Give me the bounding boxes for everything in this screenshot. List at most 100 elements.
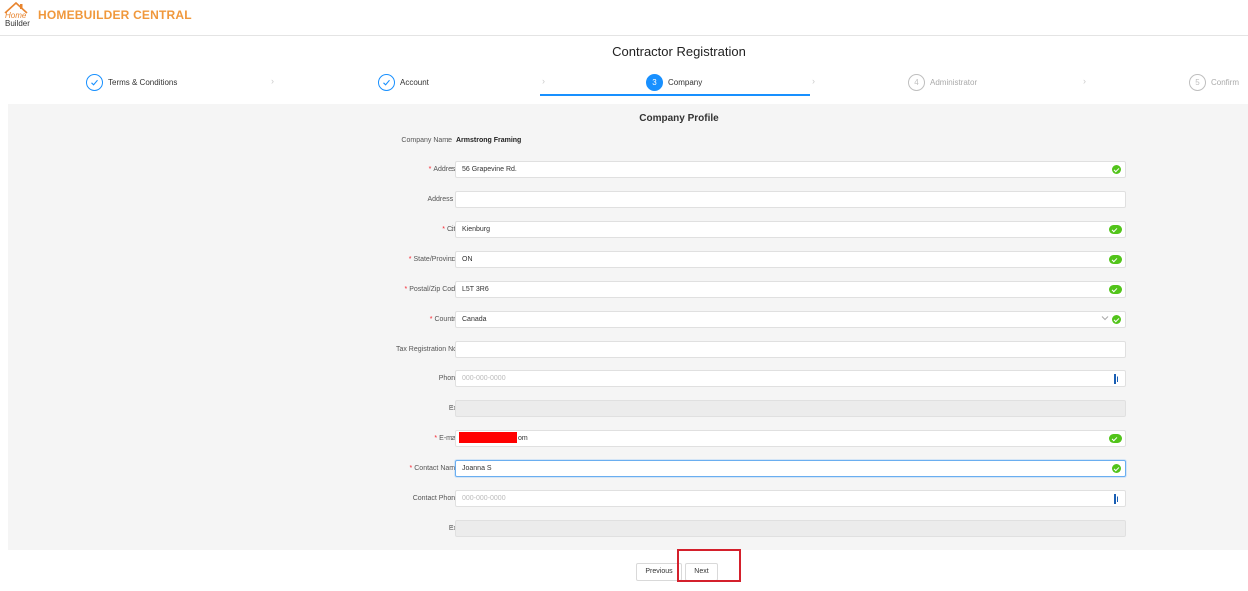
- city-input[interactable]: Kienburg: [455, 221, 1126, 238]
- required-mark: *: [404, 286, 408, 293]
- city-row: * City : Kienburg: [8, 221, 1248, 238]
- contact-ext-row: Ext :: [8, 520, 1248, 537]
- colon: :: [451, 256, 453, 263]
- password-manager-check-icon[interactable]: [1109, 255, 1122, 264]
- colon: :: [451, 346, 453, 353]
- redaction-box: [459, 432, 517, 443]
- input-value: 56 Grapevine Rd.: [462, 166, 517, 173]
- colon: :: [451, 316, 453, 323]
- contact-phone-row: Contact Phone : 000-000-0000: [8, 490, 1248, 507]
- required-mark: *: [442, 226, 445, 233]
- chevron-right-icon: ›: [1083, 76, 1086, 86]
- chevron-right-icon: ›: [812, 76, 815, 86]
- step-label: Confirm: [1211, 77, 1240, 87]
- step-label: Administrator: [930, 77, 978, 87]
- password-manager-check-icon[interactable]: [1109, 225, 1122, 234]
- colon: :: [451, 196, 453, 203]
- step-confirm[interactable]: 5 Confirm: [1189, 72, 1239, 92]
- page-title: Contractor Registration: [0, 44, 1248, 59]
- address-input[interactable]: 56 Grapevine Rd.: [455, 161, 1126, 178]
- success-check-icon: [1112, 315, 1121, 324]
- tax-label: Tax Registration No.: [395, 346, 459, 353]
- step-number: 5: [1189, 73, 1206, 91]
- required-mark: *: [434, 435, 438, 442]
- state-row: * State/Province : ON: [8, 251, 1248, 268]
- next-button[interactable]: Next: [685, 563, 718, 581]
- step-number: 3: [646, 73, 663, 91]
- colon: :: [451, 375, 453, 382]
- company-name-value: Armstrong Framing: [456, 137, 522, 144]
- company-profile-panel: Company Profile Company Name : Armstrong…: [8, 104, 1248, 550]
- address-row: * Address : 56 Grapevine Rd.: [8, 161, 1248, 178]
- company-name-row: Company Name : Armstrong Framing: [8, 132, 1248, 149]
- previous-button[interactable]: Previous: [636, 563, 682, 581]
- logo-text-builder: Builder: [5, 19, 30, 28]
- contact-name-input[interactable]: Joanna S: [455, 460, 1126, 477]
- required-mark: *: [429, 316, 433, 323]
- form-title: Company Profile: [639, 113, 719, 124]
- check-icon: [86, 73, 103, 91]
- input-value: L5T 3R6: [462, 286, 489, 293]
- chevron-down-icon: [1101, 314, 1109, 323]
- homebuilder-logo[interactable]: Home Builder: [3, 1, 31, 31]
- select-value: Canada: [462, 316, 487, 323]
- country-row: * Country : Canada: [8, 311, 1248, 328]
- required-mark: *: [409, 465, 413, 472]
- password-manager-check-icon[interactable]: [1109, 434, 1122, 443]
- colon: :: [451, 166, 453, 173]
- colon: :: [451, 226, 453, 233]
- step-company[interactable]: 3 Company: [646, 72, 702, 92]
- password-manager-check-icon[interactable]: [1109, 285, 1122, 294]
- ext-input: [455, 400, 1126, 417]
- step-label: Account: [400, 77, 429, 87]
- input-value: om: [518, 435, 528, 442]
- success-check-icon: [1112, 165, 1121, 174]
- success-check-icon: [1112, 464, 1121, 473]
- postal-input[interactable]: L5T 3R6: [455, 281, 1126, 298]
- colon: :: [451, 435, 453, 442]
- phone-input[interactable]: 000-000-0000: [455, 370, 1126, 387]
- country-select[interactable]: Canada: [455, 311, 1126, 328]
- colon: :: [451, 495, 453, 502]
- tax-input[interactable]: [455, 341, 1126, 358]
- input-value: Kienburg: [462, 226, 491, 233]
- step-account[interactable]: Account: [378, 72, 429, 92]
- step-number: 4: [908, 73, 925, 91]
- colon: :: [451, 465, 453, 472]
- active-step-underline: [540, 94, 810, 96]
- email-input[interactable]: om: [455, 430, 1126, 447]
- colon: :: [447, 137, 449, 144]
- contact-ext-input: [455, 520, 1126, 537]
- state-input[interactable]: ON: [455, 251, 1126, 268]
- input-placeholder: 000-000-0000: [462, 375, 506, 382]
- company-name-label: Company Name: [401, 137, 452, 144]
- step-label: Company: [668, 77, 703, 87]
- input-placeholder: 000-000-0000: [462, 495, 506, 502]
- required-mark: *: [408, 256, 412, 263]
- email-row: * E-mail : om: [8, 430, 1248, 447]
- brand-title: HOMEBUILDER CENTRAL: [38, 8, 192, 22]
- chevron-right-icon: ›: [271, 76, 274, 86]
- autofill-icon[interactable]: [1114, 494, 1120, 504]
- phone-row: Phone : 000-000-0000: [8, 370, 1248, 387]
- tax-row: Tax Registration No. :: [8, 341, 1248, 358]
- ext-row: Ext :: [8, 400, 1248, 417]
- address2-input[interactable]: [455, 191, 1126, 208]
- contact-phone-input[interactable]: 000-000-0000: [455, 490, 1126, 507]
- required-mark: *: [428, 166, 432, 173]
- colon: :: [451, 405, 453, 412]
- input-value: Joanna S: [462, 465, 492, 472]
- input-value: ON: [462, 256, 473, 263]
- address2-row: Address 2 :: [8, 191, 1248, 208]
- page-title-text: Contractor Registration: [612, 44, 746, 59]
- step-label: Terms & Conditions: [108, 77, 178, 87]
- contact-name-row: * Contact Name : Joanna S: [8, 460, 1248, 477]
- check-icon: [378, 73, 395, 91]
- colon: :: [451, 525, 453, 532]
- top-bar: Home Builder HOMEBUILDER CENTRAL: [0, 0, 1248, 36]
- step-terms[interactable]: Terms & Conditions: [86, 72, 177, 92]
- chevron-right-icon: ›: [542, 76, 545, 86]
- postal-row: * Postal/Zip Code : L5T 3R6: [8, 281, 1248, 298]
- autofill-icon[interactable]: [1114, 374, 1120, 384]
- step-administrator[interactable]: 4 Administrator: [908, 72, 977, 92]
